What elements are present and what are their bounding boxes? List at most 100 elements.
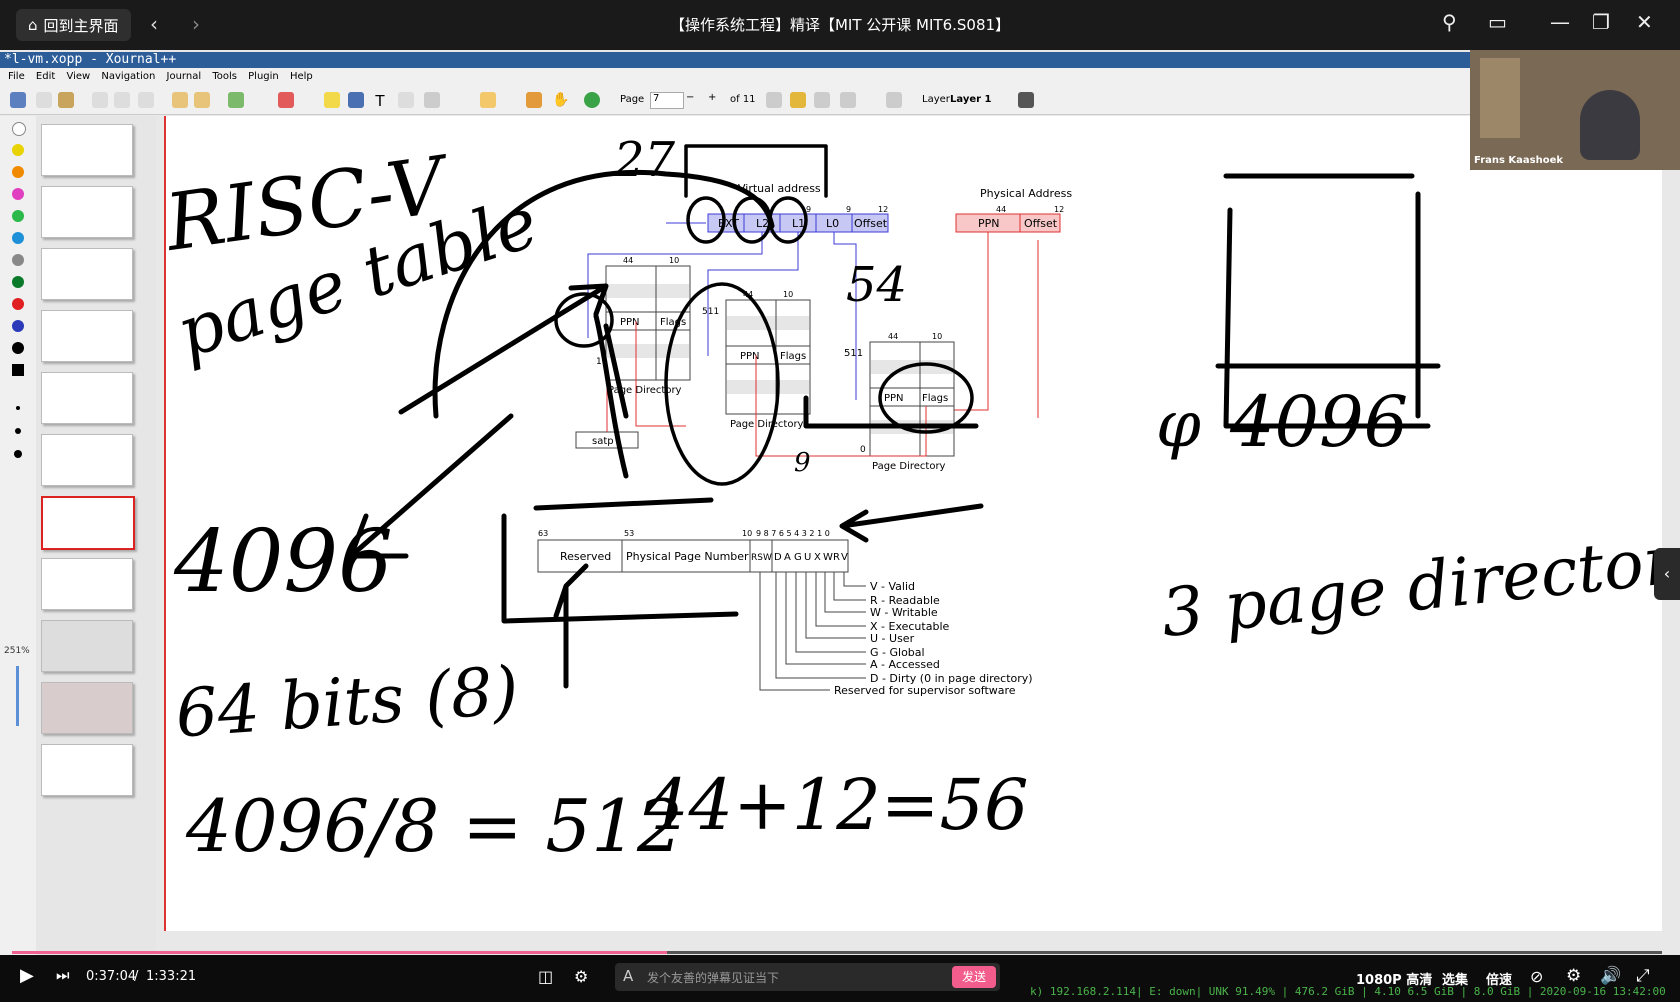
redo-icon[interactable] [194, 92, 210, 108]
color-lightblue-swatch[interactable] [12, 232, 24, 244]
menu-tools[interactable]: Tools [212, 71, 237, 82]
minimize-icon[interactable]: — [1550, 10, 1570, 34]
time-separator: / [134, 969, 139, 984]
pin-icon[interactable]: ⚲ [1442, 10, 1457, 34]
math-tex-icon[interactable] [398, 92, 414, 108]
close-icon[interactable]: ✕ [1636, 10, 1653, 34]
color-green-swatch[interactable] [12, 210, 24, 222]
text-tool-icon[interactable]: T [372, 92, 388, 110]
subtitle-off-icon[interactable]: ⊘ [1530, 967, 1543, 986]
hw-arrow-to-v [839, 503, 984, 543]
eraser-icon[interactable] [278, 92, 294, 108]
hand-icon[interactable]: ✋ [552, 92, 569, 108]
page-thumbnail[interactable] [41, 248, 133, 300]
pte-w: W [823, 552, 833, 563]
paste-icon[interactable] [138, 92, 154, 108]
pte-g: G [794, 552, 802, 563]
color-blue-swatch[interactable] [12, 320, 24, 332]
video-area[interactable]: *l-vm.xopp - Xournal++ File Edit View Na… [0, 50, 1680, 1002]
undo-icon[interactable] [172, 92, 188, 108]
pte-u: U [804, 552, 811, 563]
progress-bar[interactable] [12, 951, 1662, 954]
fill-swatch[interactable] [12, 364, 24, 376]
pd1-flags: Flags [660, 317, 686, 328]
color-darkgreen-swatch[interactable] [12, 276, 24, 288]
menu-navigation[interactable]: Navigation [101, 71, 155, 82]
color-magenta-swatch[interactable] [12, 188, 24, 200]
first-page-icon[interactable] [766, 92, 782, 108]
refresh-icon[interactable] [584, 92, 600, 108]
color-white-swatch[interactable] [12, 122, 26, 136]
menu-file[interactable]: File [8, 71, 25, 82]
send-button[interactable]: 发送 [952, 966, 996, 988]
thickness-thick[interactable] [14, 450, 22, 458]
highlighter-icon[interactable] [324, 92, 340, 108]
new-icon[interactable] [36, 92, 52, 108]
page-plus-button[interactable]: + [708, 92, 716, 103]
danmaku-input[interactable]: 发个友善的弹幕见证当下 [647, 969, 779, 986]
zoom-slider[interactable] [16, 666, 19, 726]
color-palette: 251% [0, 116, 36, 956]
side-panel-toggle[interactable]: ‹ [1654, 548, 1680, 600]
pte-r: R [833, 552, 840, 563]
menu-edit[interactable]: Edit [36, 71, 55, 82]
page-thumbnail[interactable] [41, 124, 133, 176]
color-red-swatch[interactable] [12, 298, 24, 310]
layer-select[interactable]: Layer 1 [950, 94, 991, 105]
page-minus-button[interactable]: − [686, 92, 694, 103]
va-bit-9: 9 [846, 205, 851, 214]
page-thumbnail[interactable] [41, 372, 133, 424]
danmaku-input-box[interactable]: A 发个友善的弹幕见证当下 发送 [615, 963, 1000, 991]
page-thumbnail[interactable] [41, 682, 133, 734]
pte-a: A [784, 552, 791, 563]
page-thumbnail[interactable] [41, 744, 133, 796]
save-icon[interactable] [10, 92, 26, 108]
hw-arrow-to-pd [398, 283, 609, 415]
menu-plugin[interactable]: Plugin [248, 71, 279, 82]
page-input[interactable]: 7 [650, 92, 684, 109]
drawing-canvas[interactable]: Virtual address Physical Address 9 9 12 … [158, 116, 1680, 931]
pip-icon[interactable]: ▭ [1488, 10, 1507, 34]
legend-writable: W - Writable [870, 606, 938, 619]
page-thumbnail[interactable] [41, 186, 133, 238]
page-thumbnail[interactable] [41, 620, 133, 672]
image-icon[interactable] [348, 92, 364, 108]
fullscreen-exit-icon[interactable]: ⤢ [1636, 966, 1650, 986]
page-thumbnail-active[interactable] [41, 496, 135, 550]
thickness-fine[interactable] [16, 406, 20, 410]
open-icon[interactable] [58, 92, 74, 108]
xournal-menubar: File Edit View Navigation Journal Tools … [0, 68, 1470, 86]
last-page-icon[interactable] [814, 92, 830, 108]
menu-help[interactable]: Help [290, 71, 313, 82]
menu-view[interactable]: View [66, 71, 90, 82]
danmaku-style-icon[interactable]: A [623, 967, 633, 985]
vertical-space-icon[interactable] [526, 92, 542, 108]
color-orange-swatch[interactable] [12, 166, 24, 178]
color-gray-swatch[interactable] [12, 254, 24, 266]
select-icon[interactable] [424, 92, 440, 108]
cut-icon[interactable] [92, 92, 108, 108]
page-thumbnail[interactable] [41, 310, 133, 362]
fullscreen-icon[interactable] [1018, 92, 1034, 108]
delete-page-icon[interactable] [886, 92, 902, 108]
next-annotated-icon[interactable] [790, 92, 806, 108]
danmaku-settings-icon[interactable]: ⚙ [574, 967, 588, 986]
page-thumbnail[interactable] [41, 434, 133, 486]
menu-journal[interactable]: Journal [167, 71, 202, 82]
settings-icon[interactable]: ⚙ [1566, 966, 1581, 986]
insert-page-icon[interactable] [840, 92, 856, 108]
thickness-medium[interactable] [15, 428, 21, 434]
next-episode-icon[interactable]: ⏭ [56, 966, 70, 984]
shape-icon[interactable] [480, 92, 496, 108]
danmaku-toggle-icon[interactable]: ◫ [538, 967, 553, 986]
copy-icon[interactable] [114, 92, 130, 108]
restore-icon[interactable]: ❐ [1592, 10, 1610, 34]
pd3-flags: Flags [922, 393, 948, 404]
color-black-swatch[interactable] [12, 342, 24, 354]
volume-icon[interactable]: 🔊 [1600, 966, 1621, 986]
va-offset: Offset [854, 217, 888, 230]
pen-icon[interactable] [228, 92, 244, 108]
color-yellow-swatch[interactable] [12, 144, 24, 156]
page-thumbnail[interactable] [41, 558, 133, 610]
play-icon[interactable]: ▶ [20, 965, 34, 986]
